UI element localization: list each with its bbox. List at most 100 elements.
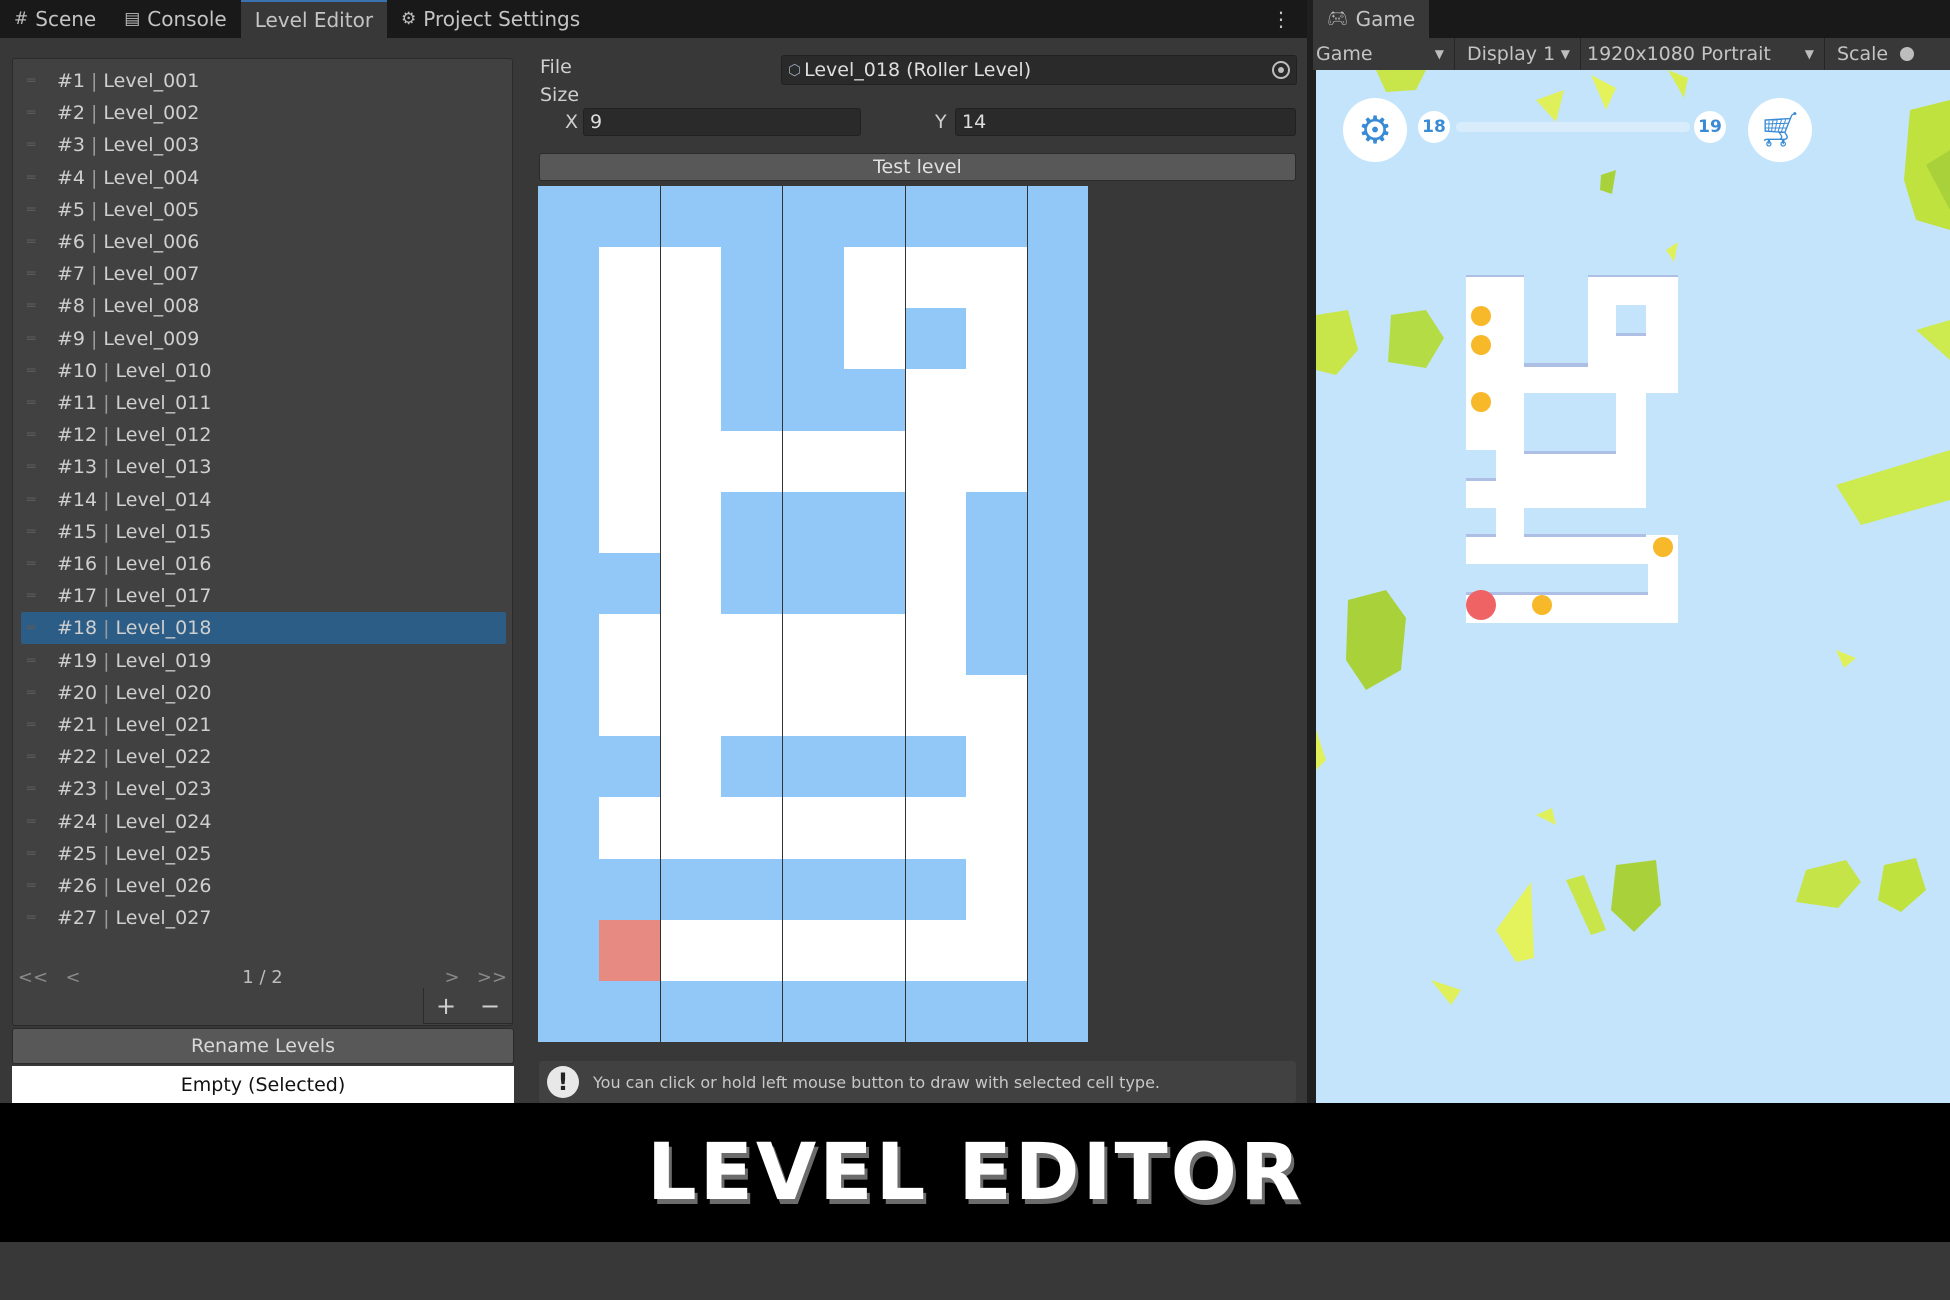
grid-cell-wall[interactable]: [843, 858, 906, 921]
level-list-item[interactable]: ═ #6 | Level_006: [21, 226, 506, 258]
level-list-item[interactable]: ═ #21 | Level_021: [21, 709, 506, 741]
grid-cell-wall[interactable]: [1026, 491, 1089, 554]
drag-handle-icon[interactable]: ═: [27, 524, 43, 540]
grid-cell-wall[interactable]: [538, 369, 600, 432]
level-list-item[interactable]: ═ #20 | Level_020: [21, 677, 506, 709]
game-view[interactable]: ⚙ 18 19 🛒︎: [1316, 70, 1950, 1103]
rename-levels-button[interactable]: Rename Levels: [12, 1028, 514, 1064]
grid-cell-wall[interactable]: [965, 186, 1028, 248]
level-list-item[interactable]: ═ #24 | Level_024: [21, 806, 506, 838]
grid-cell-wall[interactable]: [782, 369, 845, 432]
grid-cell-wall[interactable]: [782, 980, 845, 1043]
grid-cell-empty[interactable]: [965, 430, 1028, 493]
grid-cell-wall[interactable]: [782, 552, 845, 615]
grid-cell-wall[interactable]: [843, 980, 906, 1043]
grid-cell-wall[interactable]: [965, 491, 1028, 554]
drag-handle-icon[interactable]: ═: [27, 331, 43, 347]
grid-cell-empty[interactable]: [660, 797, 722, 860]
grid-cell-wall[interactable]: [538, 430, 600, 493]
level-grid[interactable]: [538, 186, 1089, 1043]
first-page-button[interactable]: <<: [13, 967, 53, 988]
grid-cell-empty[interactable]: [965, 308, 1028, 370]
grid-cell-wall[interactable]: [721, 736, 783, 798]
grid-cell-wall[interactable]: [1026, 186, 1089, 248]
drag-handle-icon[interactable]: ═: [27, 878, 43, 894]
drag-handle-icon[interactable]: ═: [27, 73, 43, 89]
grid-cell-wall[interactable]: [538, 614, 600, 676]
grid-cell-empty[interactable]: [660, 491, 722, 554]
level-list-item[interactable]: ═ #17 | Level_017: [21, 580, 506, 612]
grid-cell-empty[interactable]: [904, 614, 967, 676]
level-list-item[interactable]: ═ #18 | Level_018: [21, 612, 506, 645]
grid-cell-wall[interactable]: [660, 980, 722, 1043]
drag-handle-icon[interactable]: ═: [27, 846, 43, 862]
grid-cell-empty[interactable]: [660, 369, 722, 432]
grid-cell-wall[interactable]: [782, 736, 845, 798]
grid-cell-wall[interactable]: [599, 980, 661, 1043]
cell-type-empty-button[interactable]: Empty (Selected): [12, 1066, 514, 1103]
grid-cell-empty[interactable]: [599, 369, 661, 432]
game-mode-dropdown[interactable]: Game ▼: [1313, 38, 1455, 70]
level-list-item[interactable]: ═ #26 | Level_026: [21, 870, 506, 902]
test-level-button[interactable]: Test level: [539, 153, 1296, 181]
drag-handle-icon[interactable]: ═: [27, 395, 43, 411]
grid-cell-wall[interactable]: [721, 247, 783, 309]
grid-cell-wall[interactable]: [538, 797, 600, 860]
grid-cell-empty[interactable]: [721, 675, 783, 737]
level-list-item[interactable]: ═ #25 | Level_025: [21, 838, 506, 870]
grid-cell-wall[interactable]: [538, 919, 600, 982]
grid-cell-wall[interactable]: [538, 980, 600, 1043]
cart-icon[interactable]: 🛒︎: [1748, 98, 1812, 162]
grid-cell-wall[interactable]: [1026, 247, 1089, 309]
level-list-item[interactable]: ═ #12 | Level_012: [21, 419, 506, 451]
grid-cell-empty[interactable]: [965, 369, 1028, 432]
grid-cell-empty[interactable]: [660, 614, 722, 676]
grid-cell-empty[interactable]: [782, 675, 845, 737]
grid-cell-empty[interactable]: [904, 919, 967, 982]
grid-cell-wall[interactable]: [538, 736, 600, 798]
grid-cell-wall[interactable]: [1026, 980, 1089, 1043]
grid-cell-empty[interactable]: [660, 552, 722, 615]
drag-handle-icon[interactable]: ═: [27, 459, 43, 475]
level-list-item[interactable]: ═ #22 | Level_022: [21, 741, 506, 773]
grid-cell-wall[interactable]: [782, 247, 845, 309]
drag-handle-icon[interactable]: ═: [27, 620, 43, 636]
grid-cell-empty[interactable]: [599, 308, 661, 370]
drag-handle-icon[interactable]: ═: [27, 137, 43, 153]
grid-cell-wall[interactable]: [538, 491, 600, 554]
grid-cell-wall[interactable]: [721, 491, 783, 554]
drag-handle-icon[interactable]: ═: [27, 556, 43, 572]
grid-cell-empty[interactable]: [843, 675, 906, 737]
tab-project-settings[interactable]: ⚙ Project Settings: [387, 0, 594, 38]
grid-cell-empty[interactable]: [782, 919, 845, 982]
grid-cell-wall[interactable]: [843, 491, 906, 554]
level-list-item[interactable]: ═ #11 | Level_011: [21, 387, 506, 419]
level-list-item[interactable]: ═ #19 | Level_019: [21, 645, 506, 677]
last-page-button[interactable]: >>: [472, 967, 512, 988]
grid-cell-wall[interactable]: [721, 369, 783, 432]
drag-handle-icon[interactable]: ═: [27, 749, 43, 765]
drag-handle-icon[interactable]: ═: [27, 492, 43, 508]
grid-cell-wall[interactable]: [1026, 552, 1089, 615]
level-list-item[interactable]: ═ #15 | Level_015: [21, 516, 506, 548]
level-list-item[interactable]: ═ #3 | Level_003: [21, 129, 506, 161]
grid-cell-wall[interactable]: [965, 980, 1028, 1043]
grid-cell-empty[interactable]: [965, 797, 1028, 860]
scale-slider-handle[interactable]: [1900, 47, 1915, 61]
drag-handle-icon[interactable]: ═: [27, 170, 43, 186]
drag-handle-icon[interactable]: ═: [27, 781, 43, 797]
prev-page-button[interactable]: <: [53, 967, 93, 988]
grid-cell-empty[interactable]: [904, 430, 967, 493]
tab-scene[interactable]: # Scene: [0, 0, 110, 38]
grid-cell-wall[interactable]: [721, 308, 783, 370]
grid-cell-empty[interactable]: [721, 919, 783, 982]
grid-cell-wall[interactable]: [1026, 369, 1089, 432]
grid-cell-wall[interactable]: [538, 552, 600, 615]
grid-cell-wall[interactable]: [1026, 430, 1089, 493]
grid-cell-empty[interactable]: [965, 247, 1028, 309]
grid-cell-empty[interactable]: [843, 919, 906, 982]
grid-cell-start[interactable]: [599, 919, 661, 982]
grid-cell-wall[interactable]: [721, 858, 783, 921]
grid-cell-wall[interactable]: [843, 736, 906, 798]
grid-cell-empty[interactable]: [904, 369, 967, 432]
